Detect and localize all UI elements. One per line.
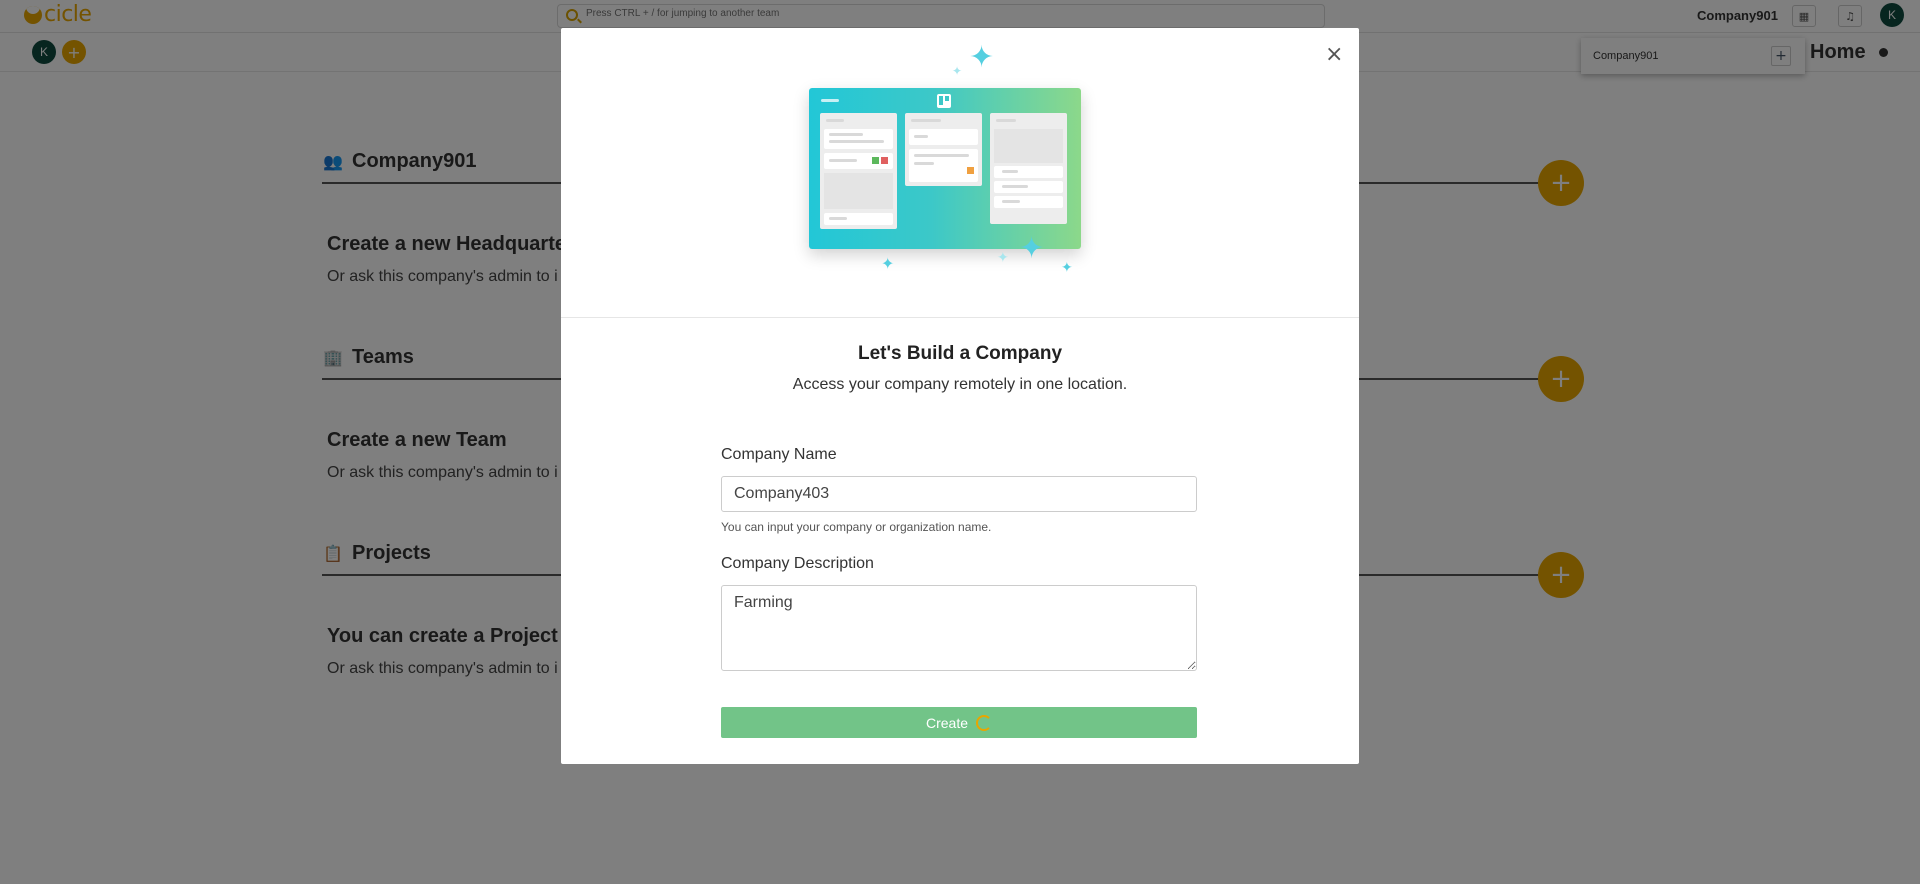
board-label [821, 99, 839, 102]
modal-subtitle: Access your company remotely in one loca… [792, 376, 1128, 393]
modal-title: Let's Build a Company [857, 343, 1063, 364]
sparkle-icon: ✦ [1061, 260, 1073, 276]
sparkle-icon: ✦ [969, 40, 995, 75]
company-description-label: Company Description [721, 555, 874, 572]
board-column [905, 113, 982, 186]
company-name-label: Company Name [721, 446, 837, 463]
board-column [990, 113, 1067, 224]
trello-icon [937, 94, 951, 108]
company-name-help: You can input your company or organizati… [721, 520, 992, 534]
company-description-input[interactable]: Farming [721, 585, 1197, 671]
modal-illustration: ✦ ✦ ✦ ✦ ✦ ✦ [561, 28, 1359, 318]
board-column [820, 113, 897, 229]
sparkle-icon: ✦ [1019, 231, 1045, 266]
create-button-label: Create [925, 714, 969, 731]
create-company-modal: × ✦ ✦ ✦ ✦ ✦ ✦ Let's Build a Company Acce… [561, 28, 1359, 764]
spinner-icon [976, 714, 993, 731]
sparkle-icon: ✦ [997, 250, 1009, 266]
company-name-input[interactable] [721, 476, 1197, 512]
board-illustration [809, 88, 1081, 249]
sparkle-icon: ✦ [952, 64, 963, 78]
sparkle-icon: ✦ [881, 254, 895, 273]
create-button[interactable]: Create [721, 707, 1197, 738]
